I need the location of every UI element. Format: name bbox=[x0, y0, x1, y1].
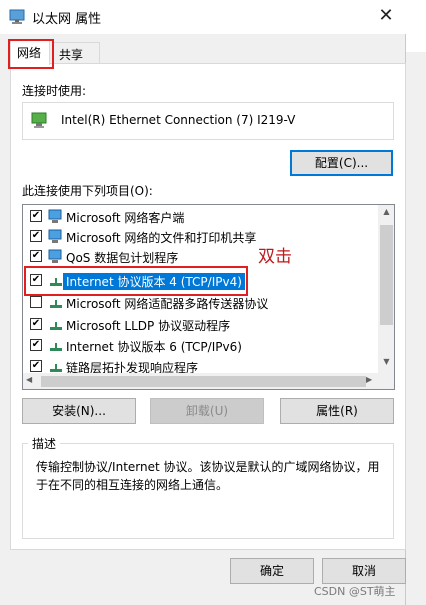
network-client-icon bbox=[48, 209, 62, 223]
ethernet-properties-dialog: 以太网 属性 ✕ 网络 共享 连接时使用: Intel(R) Ethernet … bbox=[0, 0, 406, 605]
adapter-name: Intel(R) Ethernet Connection (7) I219-V bbox=[61, 113, 296, 127]
scroll-left-arrow-icon[interactable]: ◀ bbox=[26, 375, 32, 384]
window-title: 以太网 属性 bbox=[32, 12, 102, 27]
list-item[interactable]: ✔ Microsoft 网络客户端 bbox=[23, 207, 378, 227]
network-adapter-icon bbox=[31, 112, 47, 128]
properties-button[interactable]: 属性(R) bbox=[280, 398, 394, 424]
close-button[interactable]: ✕ bbox=[366, 0, 406, 34]
list-item[interactable]: ✔ Microsoft LLDP 协议驱动程序 bbox=[23, 315, 378, 335]
list-item[interactable]: ✔ QoS 数据包计划程序 bbox=[23, 247, 378, 267]
cancel-button[interactable]: 取消 bbox=[322, 558, 406, 584]
protocol-icon bbox=[50, 322, 62, 330]
checkbox-checked[interactable]: ✔ bbox=[30, 250, 42, 262]
connect-using-label: 连接时使用: bbox=[22, 84, 87, 98]
items-label: 此连接使用下列项目(O): bbox=[22, 184, 153, 198]
network-share-icon bbox=[48, 229, 62, 243]
list-item-label: Microsoft 网络适配器多路传送器协议 bbox=[66, 297, 269, 311]
list-item-label: Microsoft 网络客户端 bbox=[66, 211, 185, 225]
list-item[interactable]: ✔ Internet 协议版本 6 (TCP/IPv6) bbox=[23, 336, 378, 356]
network-adapter-icon bbox=[9, 9, 25, 24]
description-text: 传输控制协议/Internet 协议。该协议是默认的广域网络协议，用于在不同的相… bbox=[36, 460, 380, 492]
checkbox-unchecked[interactable] bbox=[30, 296, 42, 308]
checkbox-checked[interactable]: ✔ bbox=[30, 339, 42, 351]
components-list: ✔ Microsoft 网络客户端 ✔ Microsoft 网络的文件和打印机共… bbox=[22, 204, 395, 390]
watermark: CSDN @ST萌主 bbox=[314, 585, 396, 598]
scroll-down-arrow-icon[interactable]: ▼ bbox=[378, 357, 394, 366]
scroll-thumb[interactable] bbox=[380, 225, 393, 325]
red-highlight-box-tab bbox=[8, 39, 54, 69]
checkbox-checked[interactable]: ✔ bbox=[30, 360, 42, 372]
vertical-scrollbar[interactable]: ▲ ▼ bbox=[378, 205, 394, 373]
description-legend: 描述 bbox=[28, 435, 61, 452]
scrollbar-corner bbox=[378, 373, 394, 389]
protocol-icon bbox=[50, 300, 62, 308]
list-item-label: Microsoft 网络的文件和打印机共享 bbox=[66, 231, 257, 245]
checkbox-checked[interactable]: ✔ bbox=[30, 230, 42, 242]
network-service-icon bbox=[48, 249, 62, 263]
horizontal-scrollbar[interactable]: ◀ ▶ bbox=[23, 373, 378, 389]
configure-button[interactable]: 配置(C)... bbox=[290, 150, 393, 176]
checkbox-checked[interactable]: ✔ bbox=[30, 318, 42, 330]
list-item-label: Microsoft LLDP 协议驱动程序 bbox=[66, 319, 231, 333]
annotation-text: 双击 bbox=[258, 247, 292, 267]
uninstall-button[interactable]: 卸载(U) bbox=[150, 398, 264, 424]
install-button[interactable]: 安装(N)... bbox=[22, 398, 136, 424]
adapter-box: Intel(R) Ethernet Connection (7) I219-V bbox=[22, 102, 394, 140]
scroll-right-arrow-icon[interactable]: ▶ bbox=[366, 375, 372, 384]
title-bar: 以太网 属性 ✕ bbox=[0, 0, 406, 34]
tab-sharing[interactable]: 共享 bbox=[52, 42, 100, 64]
list-item[interactable]: ✔ Microsoft 网络的文件和打印机共享 bbox=[23, 227, 378, 247]
list-item[interactable]: Microsoft 网络适配器多路传送器协议 bbox=[23, 293, 378, 313]
protocol-icon bbox=[50, 343, 62, 351]
scroll-thumb[interactable] bbox=[41, 376, 366, 387]
ok-button[interactable]: 确定 bbox=[230, 558, 314, 584]
list-item-label: Internet 协议版本 6 (TCP/IPv6) bbox=[66, 340, 242, 354]
checkbox-checked[interactable]: ✔ bbox=[30, 210, 42, 222]
scroll-up-arrow-icon[interactable]: ▲ bbox=[378, 207, 394, 216]
background-window-edge bbox=[404, 52, 426, 605]
red-highlight-box-item bbox=[24, 266, 248, 296]
list-item-label: QoS 数据包计划程序 bbox=[66, 251, 179, 265]
